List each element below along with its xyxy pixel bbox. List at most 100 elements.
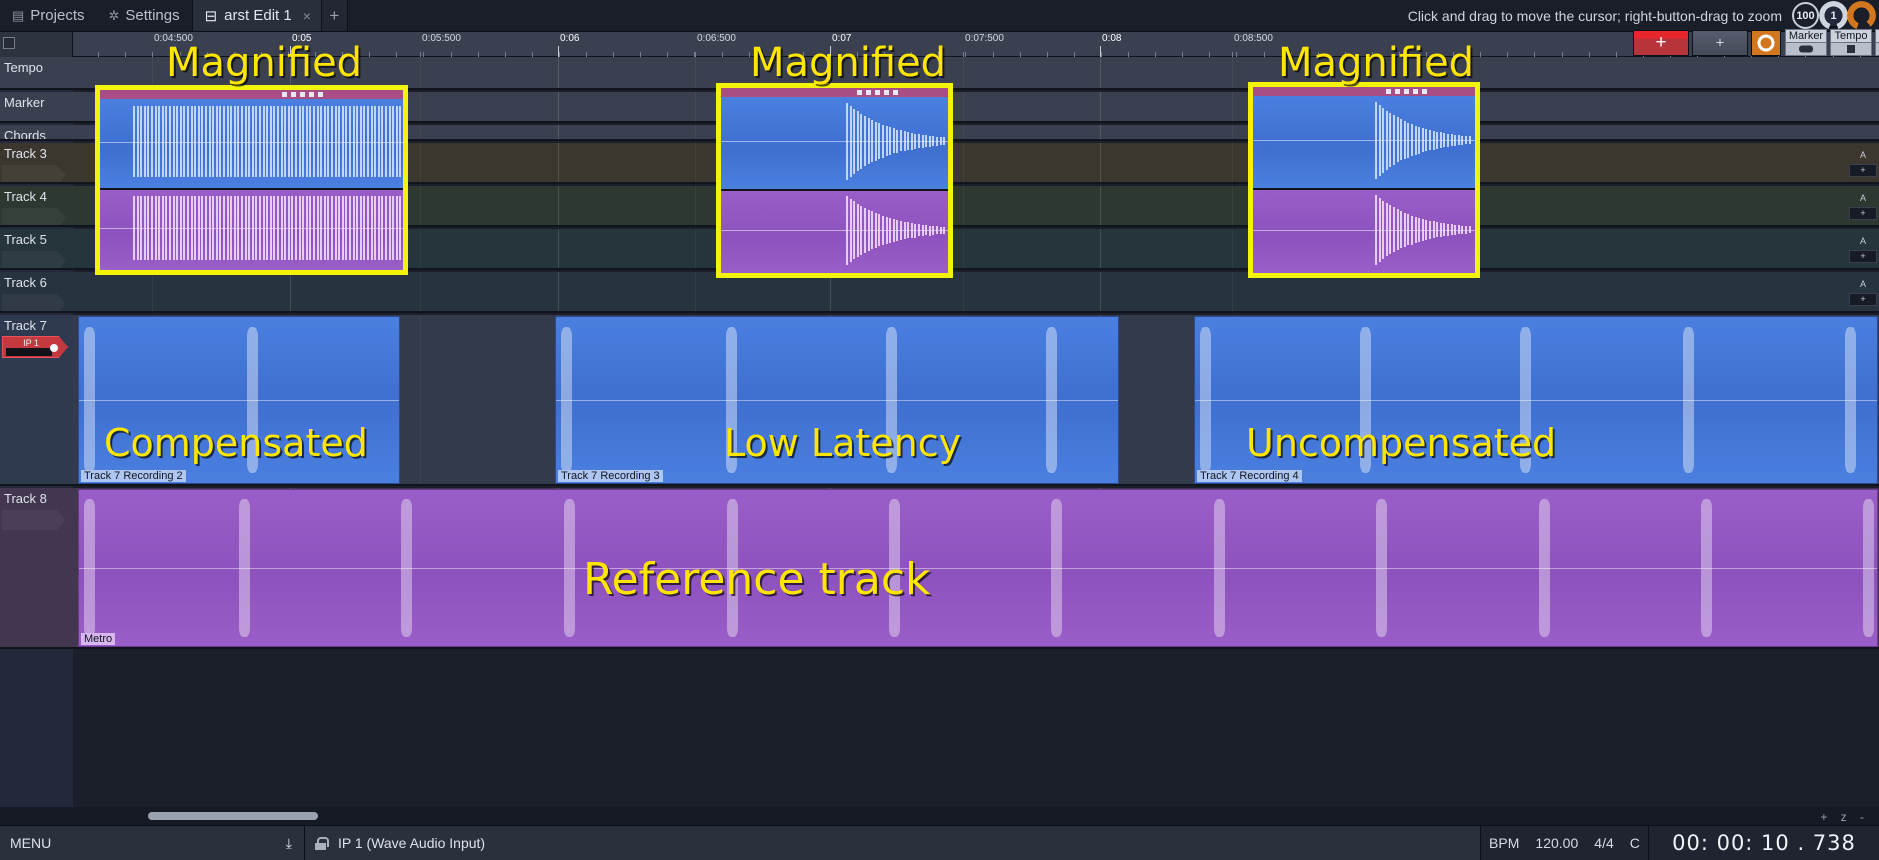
key-signature[interactable]: C: [1630, 835, 1640, 851]
clip-tool-icon[interactable]: [1413, 89, 1418, 94]
track-header-track-4[interactable]: Track 4: [0, 186, 73, 227]
track-fader-arrow[interactable]: [2, 251, 66, 270]
clip-tool-icon[interactable]: [1404, 89, 1409, 94]
segment-toggle-chord[interactable]: Chord: [1875, 29, 1879, 56]
track-header-track-6[interactable]: Track 6: [0, 272, 73, 313]
record-dot-icon[interactable]: [50, 344, 58, 352]
close-icon[interactable]: ×: [299, 8, 311, 24]
waveform-column: [1386, 203, 1388, 256]
waveform-column: [1407, 123, 1409, 158]
waveform-column: [205, 196, 207, 260]
segment-shape-small-square[interactable]: [1830, 43, 1872, 56]
ruler-toggle-icon[interactable]: [3, 37, 15, 49]
tab-arst-edit-1[interactable]: ⊟ arst Edit 1 ×: [192, 0, 322, 31]
timeline-row-track-6[interactable]: +A: [73, 272, 1879, 313]
menu-settings[interactable]: ✲ Settings: [96, 0, 191, 31]
waveform-column: [914, 224, 916, 238]
track-header-track-8[interactable]: Track 8: [0, 488, 73, 649]
track-header-track-5[interactable]: Track 5: [0, 229, 73, 270]
grid-line: [152, 272, 153, 311]
waveform-column: [205, 106, 207, 177]
track-fader-arrow[interactable]: [2, 294, 66, 313]
zoom-percent-knob[interactable]: 100: [1792, 2, 1819, 29]
waveform-column: [173, 106, 175, 177]
record-gain-knob[interactable]: [1848, 2, 1875, 29]
segment-shape-tiny-square[interactable]: [1875, 43, 1879, 56]
zoom-level-value: 1: [1830, 10, 1836, 22]
track-header-tempo[interactable]: Tempo: [0, 57, 73, 90]
waveform-column: [1422, 219, 1424, 241]
waveform-column: [288, 196, 290, 260]
menu-dropdown[interactable]: MENU ⤓: [0, 826, 305, 860]
track-fader-arrow[interactable]: [2, 208, 66, 227]
download-icon[interactable]: ⤓: [286, 835, 292, 852]
clip-tool-icon[interactable]: [875, 90, 880, 95]
grid-line: [420, 57, 421, 88]
track-automation-label[interactable]: A: [1849, 236, 1877, 249]
scrollbar-thumb[interactable]: [148, 812, 318, 820]
track-header-chords[interactable]: Chords: [0, 125, 73, 141]
grid-line: [695, 186, 696, 225]
timecode-display[interactable]: 00: 00: 10 . 738: [1649, 826, 1879, 860]
time-signature[interactable]: 4/4: [1594, 835, 1613, 851]
daw-window: ▤ Projects ✲ Settings ⊟ arst Edit 1 × + …: [0, 0, 1879, 860]
clip-tool-icon[interactable]: [866, 90, 871, 95]
grid-line: [695, 229, 696, 268]
clip-tool-icon[interactable]: [1395, 89, 1400, 94]
record-arm-badge[interactable]: IP 1: [2, 336, 68, 358]
grid-line: [558, 186, 559, 225]
input-source-field[interactable]: IP 1 (Wave Audio Input): [305, 826, 1481, 860]
add-track-button[interactable]: +: [1692, 30, 1748, 56]
segment-toggle-tempo[interactable]: Tempo: [1830, 29, 1872, 56]
loop-record-button[interactable]: [1751, 30, 1781, 56]
menu-projects[interactable]: ▤ Projects: [0, 0, 96, 31]
audio-clip[interactable]: Metro: [78, 489, 1878, 647]
new-tab-button[interactable]: +: [322, 0, 348, 31]
track-fader-arrow[interactable]: [2, 165, 66, 184]
track-header-marker[interactable]: Marker: [0, 92, 73, 123]
track-header-track-3[interactable]: Track 3: [0, 143, 73, 184]
clip-tool-icon[interactable]: [1422, 89, 1427, 94]
track-add-automation-button[interactable]: +: [1849, 293, 1877, 306]
track-fader-arrow[interactable]: [2, 510, 66, 530]
waveform-column: [1400, 211, 1402, 248]
waveform-column: [223, 106, 225, 177]
ruler-label: 0:07:500: [965, 33, 1004, 44]
clip-tool-icon[interactable]: [857, 90, 862, 95]
segment-toggle-marker[interactable]: Marker: [1785, 29, 1827, 56]
track-automation-label[interactable]: A: [1849, 193, 1877, 206]
clip-tool-icon[interactable]: [893, 90, 898, 95]
bpm-value[interactable]: 120.00: [1535, 835, 1578, 851]
record-arm-button[interactable]: +: [1633, 30, 1689, 56]
track-add-automation-button[interactable]: +: [1849, 207, 1877, 220]
grid-line: [420, 143, 421, 182]
waveform-column: [1451, 134, 1453, 146]
waveform-column: [180, 196, 182, 260]
clip-tool-icon[interactable]: [318, 92, 323, 97]
track-header-track-7[interactable]: Track 7IP 1: [0, 315, 73, 486]
waveform-column: [1411, 216, 1413, 245]
segment-shape-rounded-rect[interactable]: [1785, 43, 1827, 56]
waveform-column: [147, 106, 149, 177]
clip-tool-icon[interactable]: [884, 90, 889, 95]
track-add-automation-button[interactable]: +: [1849, 164, 1877, 177]
waveform-column: [367, 196, 369, 260]
clip-tool-icon[interactable]: [300, 92, 305, 97]
waveform-column: [216, 106, 218, 177]
clip-tool-icon[interactable]: [282, 92, 287, 97]
track-automation-label[interactable]: A: [1849, 150, 1877, 163]
waveform-column: [1443, 133, 1445, 147]
track-automation-label[interactable]: A: [1849, 279, 1877, 292]
track-add-automation-button[interactable]: +: [1849, 250, 1877, 263]
clip-tool-icon[interactable]: [291, 92, 296, 97]
clip-tool-icon[interactable]: [309, 92, 314, 97]
clip-header-strip: [100, 90, 403, 99]
waveform-column: [1393, 207, 1395, 252]
zoom-level-knob[interactable]: 1: [1821, 3, 1846, 28]
grid-line: [1100, 57, 1101, 88]
clip-tool-icon[interactable]: [1386, 89, 1391, 94]
waveform-column: [860, 206, 862, 255]
horizontal-scrollbar[interactable]: [0, 807, 1879, 825]
tempo-panel[interactable]: BPM 120.00 4/4 C: [1481, 826, 1649, 860]
segment-glyph: [1799, 46, 1813, 53]
